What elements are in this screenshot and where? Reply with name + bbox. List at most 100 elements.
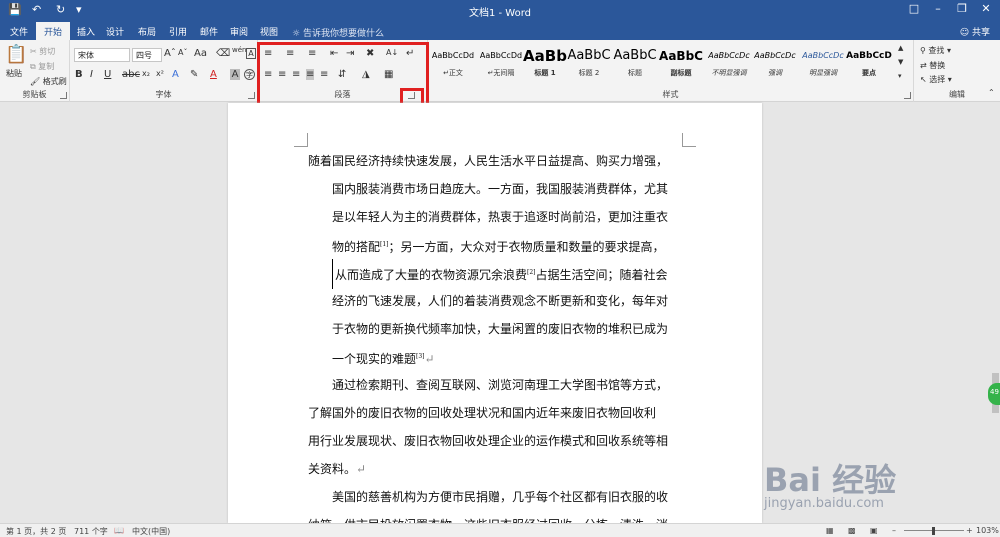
- style-item[interactable]: AaBbC 副标题: [656, 44, 706, 84]
- web-layout-icon[interactable]: ▣: [870, 526, 878, 535]
- style-item[interactable]: AaBbCcDc 强调: [750, 44, 800, 84]
- ribbon-tabs: 文件 开始 插入 设计 布局 引用 邮件 审阅 视图 ☼ 告诉我你想要做什么 ☺…: [0, 22, 1000, 40]
- read-mode-icon[interactable]: ▦: [826, 526, 834, 535]
- style-name: ↵正文: [443, 69, 463, 77]
- change-case-icon[interactable]: Aa: [194, 48, 207, 59]
- baidu-watermark: Bai 经验: [764, 461, 897, 499]
- style-item[interactable]: AaBbCcDd ↵正文: [428, 44, 478, 84]
- text-effects-icon[interactable]: A: [172, 69, 179, 80]
- doc-line: 是以年轻人为主的消费群体，热衷于追逐时尚前沿，更加注重衣: [332, 210, 669, 224]
- share-button[interactable]: ☺ 共享: [960, 25, 990, 38]
- paste-icon[interactable]: 📋: [5, 44, 27, 65]
- doc-line: 纳箱，供市民投放闲置衣物，这些旧衣服经过回收、分拣、清洗、消: [308, 511, 688, 523]
- clipboard-label: 剪贴板: [22, 90, 47, 99]
- style-preview: AaBbCcDd: [479, 51, 523, 60]
- enclose-char-icon[interactable]: 字: [244, 69, 255, 80]
- font-launcher[interactable]: [248, 92, 255, 99]
- side-badge[interactable]: 49: [988, 383, 1000, 405]
- styles-label: 样式: [662, 90, 679, 99]
- strikethrough-icon[interactable]: abc: [122, 69, 140, 80]
- language[interactable]: 中文(中国): [132, 526, 170, 537]
- paste-button[interactable]: 粘贴: [6, 68, 22, 79]
- font-color-icon[interactable]: A: [210, 69, 217, 80]
- clear-format-icon[interactable]: ⌫: [216, 48, 230, 59]
- tab-review[interactable]: 审阅: [230, 25, 248, 38]
- doc-line: 通过检索期刊、查阅互联网、浏览河南理工大学图书馆等方式，: [332, 378, 669, 392]
- word-count[interactable]: 711 个字: [74, 526, 108, 537]
- more-styles-icon[interactable]: ▾: [898, 72, 902, 80]
- document-page[interactable]: 随着国民经济持续快速发展，人民生活水平日益提高、购买力增强， 国内服装消费市场日…: [228, 103, 762, 523]
- maximize-icon[interactable]: ❐: [950, 2, 974, 15]
- style-name: 要点: [862, 69, 876, 77]
- select-icon: ↖: [920, 75, 930, 84]
- person-icon: ☺: [959, 28, 972, 38]
- style-name: 强调: [768, 69, 782, 77]
- tab-file[interactable]: 文件: [10, 25, 28, 38]
- doc-line: 物的搭配[1]；另一方面，大众对于衣物质量和数量的要求提高，: [332, 240, 665, 254]
- clipboard-launcher[interactable]: [60, 92, 67, 99]
- zoom-out-icon[interactable]: –: [892, 526, 896, 535]
- char-shading-icon[interactable]: A: [230, 69, 240, 80]
- tab-layout[interactable]: 布局: [138, 25, 156, 38]
- find-button[interactable]: ⚲ 查找 ▾: [920, 45, 951, 56]
- scroll-up-icon[interactable]: ▲: [898, 44, 903, 52]
- zoom-in-icon[interactable]: +: [966, 526, 973, 535]
- tab-mailings[interactable]: 邮件: [200, 25, 218, 38]
- style-preview: AaBbC: [613, 48, 657, 63]
- style-name: 标题 1: [534, 69, 556, 77]
- close-icon[interactable]: ✕: [974, 2, 998, 15]
- margin-corner-left: [294, 133, 308, 147]
- tab-view[interactable]: 视图: [260, 25, 278, 38]
- style-item[interactable]: AaBbCcDc 明显强调: [798, 44, 848, 84]
- page-count[interactable]: 第 1 页，共 2 页: [6, 526, 66, 537]
- scroll-down-icon[interactable]: ▼: [898, 58, 903, 66]
- ribbon-display-icon[interactable]: □: [902, 2, 926, 15]
- style-preview: AaBbCcD: [846, 51, 892, 61]
- replace-button[interactable]: ⇄ 替换: [920, 60, 945, 71]
- styles-group: AaBbCcDd ↵正文 AaBbCcDd ↵无间隔 AaBb 标题 1 AaBbC 标…: [428, 40, 914, 102]
- styles-launcher[interactable]: [904, 92, 911, 99]
- tab-design[interactable]: 设计: [106, 25, 124, 38]
- proofing-icon[interactable]: 📖: [114, 526, 124, 535]
- style-item[interactable]: AaBb 标题 1: [520, 44, 570, 84]
- select-button[interactable]: ↖ 选择 ▾: [920, 74, 952, 85]
- window-title: 文档1 - Word: [468, 8, 532, 19]
- phonetic-guide-icon[interactable]: wén: [232, 46, 246, 54]
- style-preview: AaBbCcDc: [802, 51, 844, 60]
- highlight-icon[interactable]: ✎: [190, 69, 198, 80]
- style-item[interactable]: AaBbC 标题: [610, 44, 660, 84]
- collapse-ribbon-icon[interactable]: ⌃: [988, 88, 995, 97]
- minimize-icon[interactable]: –: [926, 2, 950, 15]
- zoom-level[interactable]: 103%: [976, 526, 999, 535]
- style-item[interactable]: AaBbCcDc 不明显强调: [704, 44, 754, 84]
- char-border-icon[interactable]: A: [246, 48, 256, 59]
- style-preview: AaBbCcDc: [754, 51, 796, 60]
- doc-line: 用行业发展现状、废旧衣物回收处理企业的运作模式和回收系统等相: [308, 434, 669, 448]
- style-item[interactable]: AaBbC 标题 2: [564, 44, 614, 84]
- tab-home[interactable]: 开始: [36, 22, 71, 40]
- tell-me-search[interactable]: ☼ 告诉我你想要做什么: [292, 26, 384, 39]
- bold-button[interactable]: B: [75, 69, 83, 80]
- doc-line: 了解国外的废旧衣物的回收处理状况和国内近年来废旧衣物回收利: [308, 406, 657, 420]
- vertical-scrollbar[interactable]: [990, 103, 1000, 523]
- tab-insert[interactable]: 插入: [77, 25, 95, 38]
- print-layout-icon[interactable]: ▩: [848, 526, 856, 535]
- italic-button[interactable]: I: [90, 69, 93, 80]
- margin-corner-right: [682, 133, 696, 147]
- cut-button[interactable]: ✂ 剪切: [30, 46, 55, 57]
- shrink-font-icon[interactable]: Aˇ: [178, 48, 187, 57]
- tab-references[interactable]: 引用: [169, 25, 187, 38]
- font-name-dropdown[interactable]: 宋体: [74, 48, 130, 62]
- underline-button[interactable]: U: [104, 69, 111, 80]
- grow-font-icon[interactable]: Aˆ: [164, 48, 176, 59]
- style-item[interactable]: AaBbCcDd ↵无间隔: [476, 44, 526, 84]
- style-preview: AaBbC: [659, 49, 703, 63]
- font-size-dropdown[interactable]: 四号: [132, 48, 162, 62]
- style-preview: AaBb: [523, 47, 567, 65]
- style-item[interactable]: AaBbCcD 要点: [844, 44, 894, 84]
- zoom-slider-thumb[interactable]: [932, 527, 935, 535]
- format-painter-button[interactable]: 🖌 格式刷: [30, 76, 67, 87]
- subscript-button[interactable]: x₂: [142, 69, 150, 78]
- copy-button[interactable]: ⧉ 复制: [30, 61, 54, 72]
- superscript-button[interactable]: x²: [156, 69, 164, 78]
